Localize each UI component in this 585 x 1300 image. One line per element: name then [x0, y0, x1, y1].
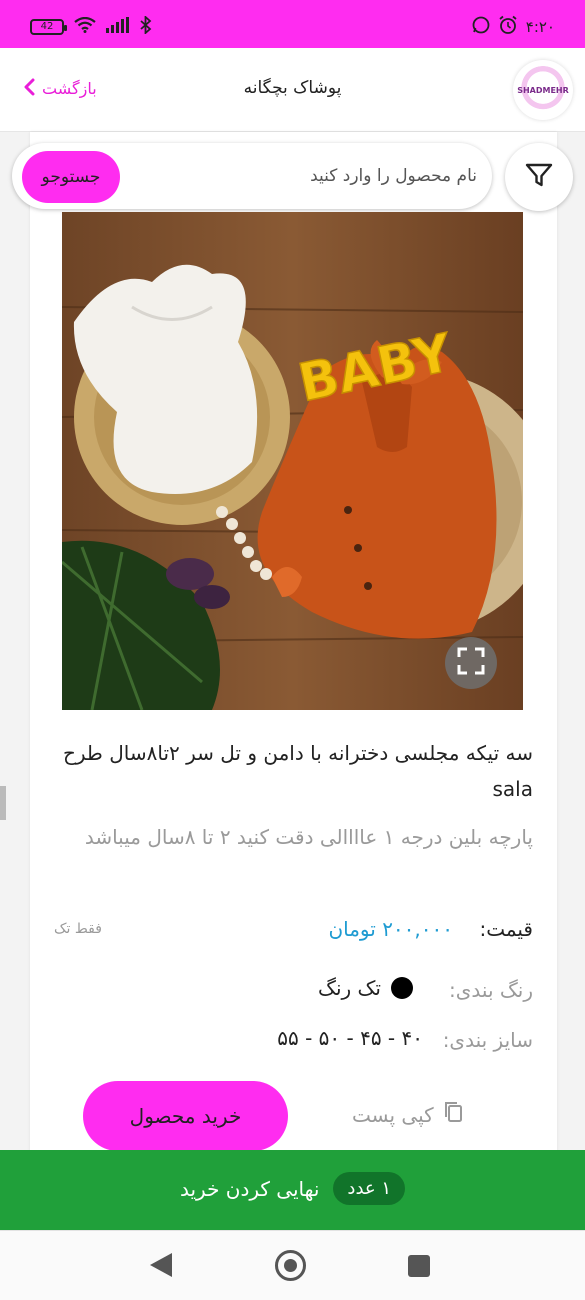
quantity-badge: ۱ عدد — [333, 1172, 406, 1205]
status-right: ۴:۲۰ — [472, 15, 555, 39]
product-title: سه تیکه مجلسی دخترانه با دامن و تل سر ۲ت… — [62, 741, 533, 801]
copy-post-button[interactable]: کپی پست — [352, 1100, 464, 1129]
app-bar: بازگشت پوشاک بچگانه SHADMEHR — [0, 48, 585, 132]
filter-button[interactable] — [505, 143, 573, 211]
size-label: سایز بندی: — [442, 1028, 533, 1052]
battery-icon: 42 — [30, 18, 67, 35]
color-swatch — [391, 977, 413, 999]
copy-post-label: کپی پست — [352, 1102, 434, 1127]
search-button[interactable]: جستوجو — [22, 151, 120, 203]
price-value: ۲۰۰,۰۰۰ تومان — [328, 917, 453, 941]
whatsapp-icon — [472, 16, 490, 38]
single-only-note: فقط تک — [54, 921, 102, 937]
nav-home-icon[interactable] — [275, 1250, 306, 1281]
checkout-label: نهایی کردن خرید — [179, 1176, 320, 1201]
size-values: ۴۰ - ۴۵ - ۵۰ - ۵۵ — [277, 1026, 423, 1050]
checkout-content: ۱ عدد نهایی کردن خرید — [0, 1172, 585, 1205]
color-label: رنگ بندی: — [449, 978, 533, 1002]
signal-icon — [106, 17, 130, 36]
search-box: جستوجو — [12, 143, 492, 209]
app-screen: 42 ۴:۲۰ بازگشت پوشاک بچگانه SHADMEHR جست… — [0, 0, 585, 1300]
price-row: قیمت: ۲۰۰,۰۰۰ تومان فقط تک — [48, 913, 533, 949]
fullscreen-button[interactable] — [445, 637, 497, 689]
product-description: پارچه بلین درجه ۱ عاااالی دقت کنید ۲ تا … — [84, 825, 533, 849]
page-title: پوشاک بچگانه — [243, 78, 342, 98]
bluetooth-icon — [140, 14, 152, 37]
nav-recents-icon[interactable] — [408, 1255, 430, 1277]
logo-text: SHADMEHR — [517, 66, 569, 114]
system-nav-bar — [0, 1230, 585, 1300]
clock-time: ۴:۲۰ — [525, 18, 555, 36]
checkout-bar[interactable]: ۱ عدد نهایی کردن خرید — [0, 1150, 585, 1230]
filter-icon — [524, 160, 554, 194]
color-option[interactable]: تک رنگ — [318, 976, 413, 1000]
product-image[interactable]: BABY — [62, 212, 523, 710]
copy-icon — [442, 1100, 464, 1129]
color-value: تک رنگ — [318, 976, 381, 1000]
edge-handle — [0, 786, 6, 820]
battery-level: 42 — [40, 20, 54, 32]
color-row: رنگ بندی: تک رنگ — [48, 972, 533, 1008]
shop-logo[interactable]: SHADMEHR — [513, 60, 573, 120]
buy-product-button[interactable]: خرید محصول — [83, 1081, 288, 1151]
size-row: سایز بندی: ۴۰ - ۴۵ - ۵۰ - ۵۵ — [48, 1022, 533, 1058]
search-bar: جستوجو — [12, 143, 574, 211]
nav-back-icon[interactable] — [150, 1253, 172, 1277]
wifi-icon — [74, 16, 96, 36]
price-label: قیمت: — [479, 917, 533, 941]
alarm-icon — [498, 15, 518, 39]
status-bar: 42 ۴:۲۰ — [0, 0, 585, 48]
fullscreen-icon — [456, 646, 486, 680]
status-left: 42 — [30, 14, 152, 37]
search-input[interactable] — [132, 157, 477, 195]
